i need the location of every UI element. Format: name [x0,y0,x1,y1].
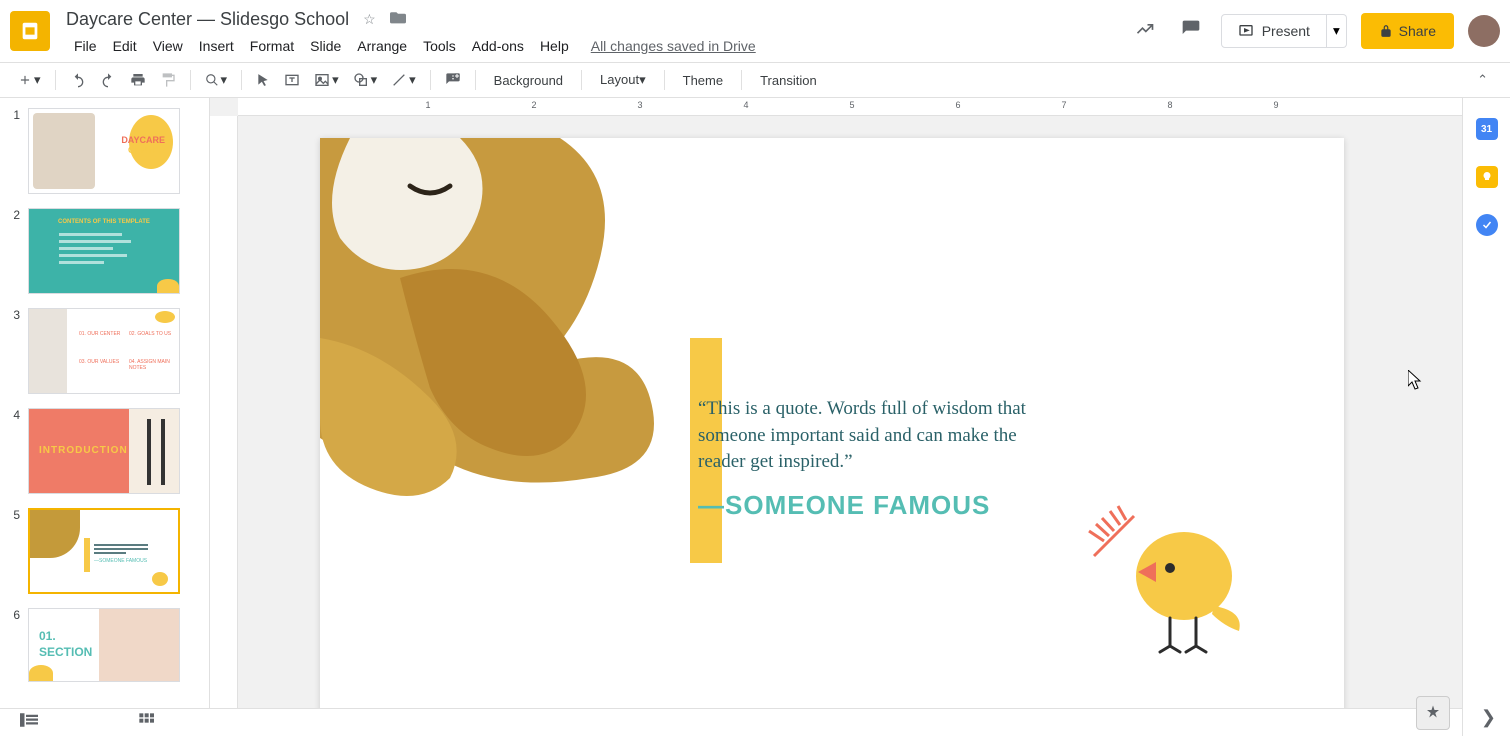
thumb-number: 3 [8,308,20,394]
menu-edit[interactable]: Edit [105,34,145,58]
menu-view[interactable]: View [145,34,191,58]
theme-button[interactable]: Theme [673,69,733,92]
move-folder-icon[interactable] [390,10,406,29]
thumb-number: 4 [8,408,20,494]
calendar-addon-icon[interactable]: 31 [1476,118,1498,140]
layout-button[interactable]: Layout▾ [590,68,656,92]
slide-canvas[interactable]: “This is a quote. Words full of wisdom t… [320,138,1344,716]
keep-addon-icon[interactable] [1476,166,1498,188]
redo-button[interactable] [94,68,122,92]
vertical-ruler [210,116,238,736]
select-tool[interactable] [250,69,276,91]
quote-author[interactable]: —SOMEONE FAMOUS [698,490,1038,521]
menu-help[interactable]: Help [532,34,577,58]
side-panel: 31 [1462,98,1510,736]
menu-slide[interactable]: Slide [302,34,349,58]
undo-button[interactable] [64,68,92,92]
slides-logo[interactable] [10,11,50,51]
knitted-toy-image [320,138,660,518]
comment-tool[interactable] [439,68,467,92]
textbox-tool[interactable] [278,68,306,92]
canvas-area[interactable]: 1 2 3 4 5 6 7 8 9 “This is a quote. Word… [210,98,1462,736]
filmstrip-view-icon[interactable] [20,713,38,732]
slide-thumbnail-1[interactable]: DAYCARE CENTER [28,108,180,194]
slide-thumbnail-3[interactable]: 01. OUR CENTER 02. GOALS TO US 03. OUR V… [28,308,180,394]
present-label: Present [1262,23,1310,39]
zoom-button[interactable]: ▾ [199,68,234,92]
slide-thumbnail-4[interactable]: INTRODUCTION [28,408,180,494]
print-button[interactable] [124,68,152,92]
explore-button[interactable] [1416,696,1450,730]
saved-status[interactable]: All changes saved in Drive [591,38,756,54]
background-button[interactable]: Background [484,69,573,92]
menu-file[interactable]: File [66,34,105,58]
account-avatar[interactable] [1468,15,1500,47]
present-dropdown[interactable]: ▾ [1327,14,1347,48]
thumb-number: 2 [8,208,20,294]
menu-format[interactable]: Format [242,34,302,58]
thumb-number: 5 [8,508,20,594]
horizontal-ruler: 1 2 3 4 5 6 7 8 9 [238,98,1462,116]
present-button[interactable]: Present [1221,14,1327,48]
slide-thumbnail-2[interactable]: CONTENTS OF THIS TEMPLATE [28,208,180,294]
quote-text[interactable]: “This is a quote. Words full of wisdom t… [698,396,1038,476]
share-button[interactable]: Share [1361,13,1454,49]
slide-thumbnail-6[interactable]: 01. SECTION [28,608,180,682]
tasks-addon-icon[interactable] [1476,214,1498,236]
line-tool[interactable]: ▾ [385,68,422,92]
bird-illustration [1084,496,1264,676]
document-title[interactable]: Daycare Center — Slidesgo School [66,9,349,30]
transition-button[interactable]: Transition [750,69,827,92]
slide-thumbnail-5[interactable]: —SOMEONE FAMOUS [28,508,180,594]
new-slide-button[interactable]: ▾ [12,68,47,92]
shape-tool[interactable]: ▾ [347,68,384,92]
image-tool[interactable]: ▾ [308,68,345,92]
menu-arrange[interactable]: Arrange [349,34,415,58]
collapse-toolbar-icon[interactable]: ⌃ [1467,68,1498,92]
comments-icon[interactable] [1175,13,1207,50]
slide-panel[interactable]: 1 DAYCARE CENTER 2 CONTENTS OF THIS TEMP… [0,98,210,736]
activity-icon[interactable] [1129,13,1161,50]
menu-tools[interactable]: Tools [415,34,464,58]
menu-insert[interactable]: Insert [191,34,242,58]
thumb-number: 6 [8,608,20,682]
share-label: Share [1399,23,1436,39]
thumb-number: 1 [8,108,20,194]
grid-view-icon[interactable] [138,712,154,733]
star-icon[interactable]: ☆ [363,11,376,28]
expand-side-panel-icon[interactable]: ❯ [1481,707,1496,728]
menu-addons[interactable]: Add-ons [464,34,532,58]
paint-format-button[interactable] [154,68,182,92]
